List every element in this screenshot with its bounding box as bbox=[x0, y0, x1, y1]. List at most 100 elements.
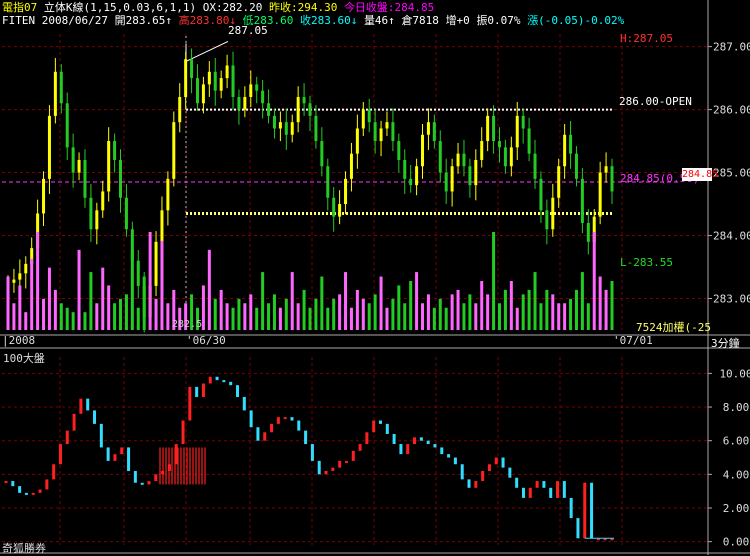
lower-step-mark bbox=[310, 444, 314, 461]
volume-bar bbox=[468, 294, 472, 330]
candle-body bbox=[456, 153, 460, 167]
period-button[interactable]: 3分鐘 bbox=[711, 335, 740, 351]
volume-bar bbox=[326, 307, 330, 330]
header-l2-item-1: 2008/06/27 bbox=[41, 14, 108, 27]
lower-step-mark bbox=[413, 437, 417, 445]
volume-bar bbox=[432, 307, 436, 330]
volume-bar bbox=[344, 272, 348, 330]
price-tick-label: 287.00 bbox=[713, 41, 750, 54]
lower-step-mark bbox=[515, 477, 519, 488]
header-l1-item-3: 昨收:294.30 bbox=[268, 1, 338, 14]
lower-step-mark bbox=[229, 381, 233, 386]
volume-bar bbox=[320, 276, 324, 330]
lower-tick-label: 10.00 bbox=[719, 367, 750, 380]
lower-step-mark bbox=[590, 482, 594, 539]
lower-step-mark bbox=[385, 423, 389, 434]
volume-bar bbox=[462, 303, 466, 330]
volume-bar bbox=[24, 312, 28, 330]
candle-body bbox=[119, 159, 123, 198]
lower-step-mark bbox=[447, 454, 451, 458]
volume-bar bbox=[107, 285, 111, 330]
volume-bar bbox=[592, 232, 596, 330]
candle-body bbox=[255, 84, 259, 91]
header-l1-item-4: 今日收盤:284.85 bbox=[343, 1, 435, 14]
candle-body bbox=[219, 78, 223, 91]
volume-bar bbox=[314, 298, 318, 330]
volume-bar bbox=[338, 294, 342, 330]
volume-bar bbox=[42, 298, 46, 330]
lower-step-mark bbox=[276, 417, 280, 424]
volume-bar bbox=[557, 303, 561, 330]
volume-bar bbox=[36, 232, 40, 330]
candle-body bbox=[113, 141, 117, 160]
volume-bar bbox=[515, 307, 519, 330]
volume-bar bbox=[308, 307, 312, 330]
lower-step-mark bbox=[167, 464, 171, 471]
candle-body bbox=[409, 178, 413, 186]
volume-bar bbox=[574, 289, 578, 330]
volume-bar bbox=[444, 307, 448, 330]
candle-body bbox=[468, 166, 472, 186]
lower-tick-label: 2.00 bbox=[723, 502, 750, 515]
volume-bar bbox=[65, 307, 69, 330]
candle-body bbox=[438, 141, 442, 173]
volume-bar bbox=[166, 303, 170, 330]
volume-bar bbox=[580, 272, 584, 330]
volume-bar bbox=[302, 289, 306, 330]
x-tick-label: '07/01 bbox=[613, 334, 653, 347]
candle-body bbox=[521, 115, 525, 129]
chart-canvas: 283.00 284.00 285.00 286.00 287.00 |2008 '06/3… bbox=[0, 0, 750, 555]
lower-tick-label: 0.00 bbox=[723, 536, 750, 549]
lower-step-mark bbox=[161, 470, 165, 475]
lower-step-mark bbox=[52, 464, 56, 480]
lower-step-mark bbox=[113, 454, 117, 461]
candle-body bbox=[349, 153, 353, 179]
volume-bar bbox=[18, 285, 22, 330]
volume-bar bbox=[95, 303, 99, 330]
price-tick-label: 284.00 bbox=[713, 230, 750, 243]
volume-bar bbox=[373, 294, 377, 330]
volume-note: 7524加權(-25 bbox=[636, 321, 711, 334]
header-l1-item-2: OX:282.20 bbox=[202, 1, 263, 14]
candle-body bbox=[355, 128, 359, 154]
volume-bar bbox=[6, 276, 10, 330]
lower-tick-label: 4.00 bbox=[723, 468, 750, 481]
candle-body bbox=[278, 122, 282, 129]
lower-step-mark bbox=[188, 386, 192, 421]
candle-body bbox=[267, 103, 271, 116]
volume-bar bbox=[278, 307, 282, 330]
lower-step-mark bbox=[440, 447, 444, 455]
lower-step-mark bbox=[31, 492, 35, 495]
candle-body bbox=[450, 166, 454, 192]
lower-step-mark bbox=[365, 432, 369, 445]
lower-step-mark bbox=[147, 481, 151, 485]
high-pointer bbox=[185, 40, 229, 62]
volume-bar bbox=[130, 249, 134, 330]
candle-body bbox=[326, 166, 330, 198]
volume-bar bbox=[83, 312, 87, 330]
lower-step-mark bbox=[208, 376, 212, 384]
volume-bar bbox=[219, 289, 223, 330]
price-tick-label: 283.00 bbox=[713, 293, 750, 306]
volume-bar bbox=[30, 258, 34, 330]
volume-bar bbox=[521, 294, 525, 330]
lower-step-mark bbox=[18, 486, 22, 493]
candle-body bbox=[391, 122, 395, 142]
volume-bar bbox=[272, 294, 276, 330]
volume-bar bbox=[415, 272, 419, 330]
candle-body bbox=[569, 134, 573, 154]
candle-body bbox=[486, 115, 490, 142]
lower-step-mark bbox=[508, 467, 512, 478]
lower-step-mark bbox=[11, 481, 15, 487]
lower-step-mark bbox=[358, 444, 362, 451]
volume-bar bbox=[136, 307, 140, 330]
lower-step-mark bbox=[4, 481, 8, 484]
lower-step-mark bbox=[140, 482, 144, 485]
candle-body bbox=[563, 134, 567, 167]
header-l1-item-1: 立体K線(1,15,0.03,6,1,1) bbox=[43, 1, 197, 14]
lower-step-mark bbox=[453, 457, 457, 465]
lower-step-mark bbox=[270, 423, 274, 433]
header-line-2: FITEN 2008/06/27 開283.65↑ 高283.80↓ 低283.… bbox=[2, 14, 624, 27]
candle-body bbox=[480, 141, 484, 160]
lower-step-mark bbox=[576, 518, 580, 539]
